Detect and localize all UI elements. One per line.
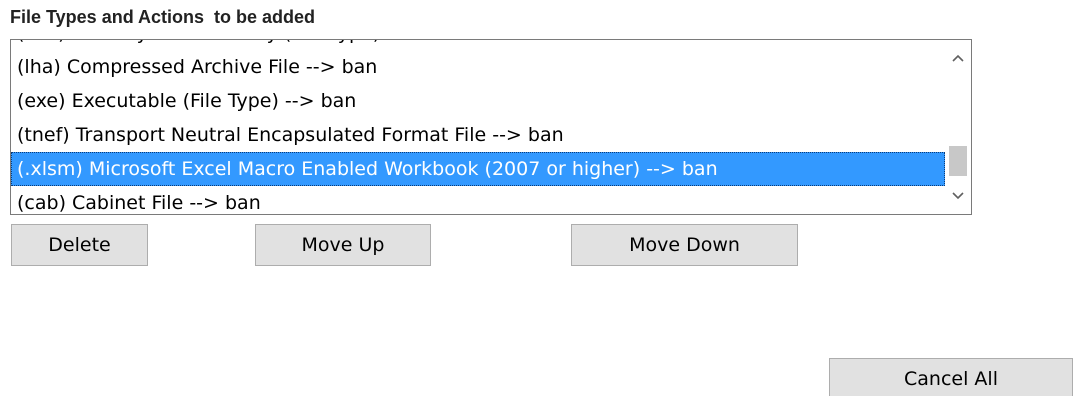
move-down-button[interactable]: Move Down [571, 224, 798, 266]
list-item-selected[interactable]: (.xlsm) Microsoft Excel Macro Enabled Wo… [11, 152, 945, 186]
delete-button[interactable]: Delete [11, 224, 148, 266]
list-item[interactable]: (lha) Compressed Archive File --> ban [11, 50, 945, 84]
vertical-scrollbar[interactable] [945, 40, 971, 214]
list-items: (xxx) Partially Hidden Entry (File Type)… [11, 40, 945, 214]
section-title: File Types and Actions to be added [10, 7, 316, 27]
file-type-listbox[interactable]: (xxx) Partially Hidden Entry (File Type)… [10, 39, 972, 215]
chevron-down-icon[interactable] [945, 184, 971, 210]
list-item[interactable]: (tnef) Transport Neutral Encapsulated Fo… [11, 118, 945, 152]
list-viewport: (xxx) Partially Hidden Entry (File Type)… [11, 40, 945, 214]
chevron-up-icon[interactable] [945, 46, 971, 72]
file-types-page: File Types and Actions to be added (xxx)… [0, 0, 1092, 396]
scroll-thumb[interactable] [949, 146, 967, 176]
cancel-all-button[interactable]: Cancel All [829, 358, 1073, 396]
list-item[interactable]: (exe) Executable (File Type) --> ban [11, 84, 945, 118]
list-item[interactable]: (cab) Cabinet File --> ban [11, 186, 945, 214]
move-up-button[interactable]: Move Up [255, 224, 431, 266]
list-item[interactable]: (xxx) Partially Hidden Entry (File Type)… [11, 40, 945, 50]
